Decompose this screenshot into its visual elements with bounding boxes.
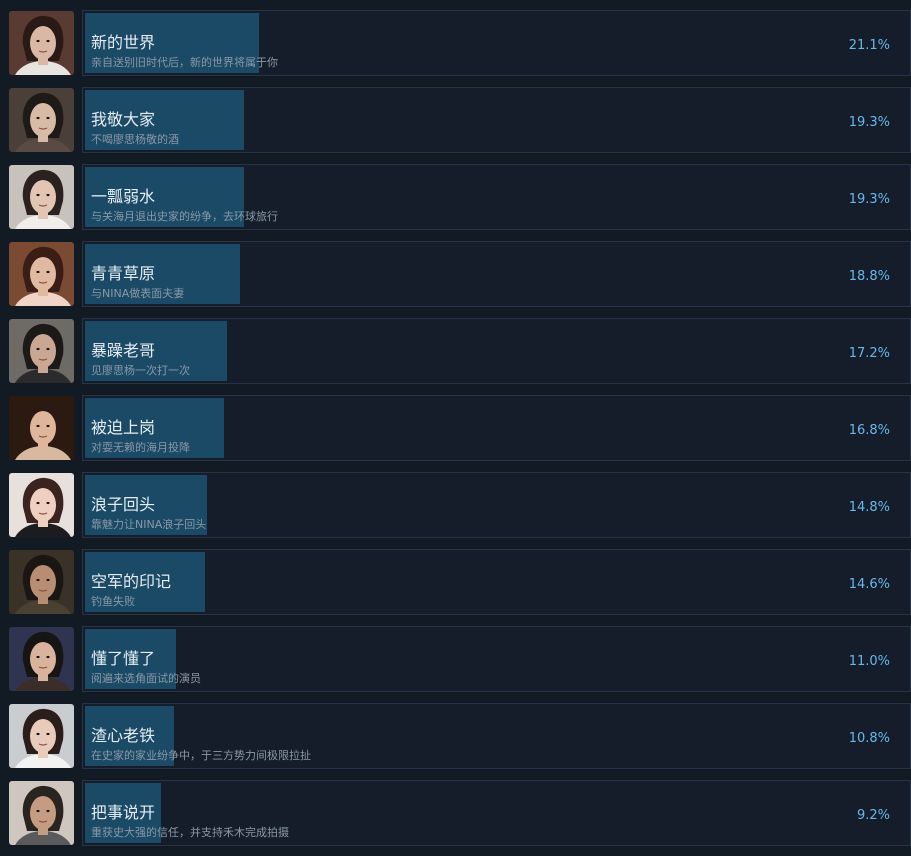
achievement-avatar bbox=[9, 781, 74, 845]
achievement-title: 被迫上岗 bbox=[91, 418, 156, 437]
achievement-avatar bbox=[9, 704, 74, 768]
unlock-percentage: 16.8% bbox=[848, 423, 890, 438]
achievement-row[interactable]: 青青草原与NINA做表面夫妻 18.8% bbox=[0, 241, 911, 307]
achievement-title: 青青草原 bbox=[91, 264, 156, 283]
achievement-title: 新的世界 bbox=[91, 33, 156, 52]
achievement-title: 一瓢弱水 bbox=[91, 187, 156, 206]
achievement-row[interactable]: 渣心老铁在史家的家业纷争中，于三方势力间极限拉扯 10.8% bbox=[0, 703, 911, 769]
achievement-panel: 被迫上岗对耍无赖的海月投降 16.8% bbox=[82, 395, 911, 461]
achievement-avatar bbox=[9, 88, 74, 152]
achievement-row[interactable]: 被迫上岗对耍无赖的海月投降 16.8% bbox=[0, 395, 911, 461]
achievement-avatar bbox=[9, 396, 74, 460]
achievement-title: 懂了懂了 bbox=[91, 649, 156, 668]
achievement-row[interactable]: 把事说开重获史大强的信任，并支持禾木完成拍摄 9.2% bbox=[0, 780, 911, 846]
unlock-percentage: 19.3% bbox=[848, 192, 890, 207]
achievement-row[interactable]: 懂了懂了阅遍来选角面试的演员 11.0% bbox=[0, 626, 911, 692]
achievement-description: 见廖思杨一次打一次 bbox=[91, 364, 190, 377]
achievement-avatar bbox=[9, 11, 74, 75]
unlock-percentage: 14.8% bbox=[848, 500, 890, 515]
achievement-avatar bbox=[9, 319, 74, 383]
achievement-panel: 一瓢弱水与关海月退出史家的纷争，去环球旅行 19.3% bbox=[82, 164, 911, 230]
unlock-percentage: 14.6% bbox=[848, 577, 890, 592]
achievement-title: 我敬大家 bbox=[91, 110, 156, 129]
achievement-avatar bbox=[9, 242, 74, 306]
achievement-description: 与关海月退出史家的纷争，去环球旅行 bbox=[91, 210, 278, 223]
achievement-row[interactable]: 我敬大家不喝廖思杨敬的酒 19.3% bbox=[0, 87, 911, 153]
achievement-description: 阅遍来选角面试的演员 bbox=[91, 672, 201, 685]
unlock-percentage: 9.2% bbox=[856, 808, 890, 823]
achievement-description: 亲自送别旧时代后，新的世界将属于你 bbox=[91, 56, 278, 69]
achievement-description: 不喝廖思杨敬的酒 bbox=[91, 133, 179, 146]
achievement-panel: 懂了懂了阅遍来选角面试的演员 11.0% bbox=[82, 626, 911, 692]
achievement-panel: 暴躁老哥见廖思杨一次打一次 17.2% bbox=[82, 318, 911, 384]
unlock-percentage: 19.3% bbox=[848, 115, 890, 130]
achievement-panel: 我敬大家不喝廖思杨敬的酒 19.3% bbox=[82, 87, 911, 153]
achievement-avatar bbox=[9, 550, 74, 614]
achievement-list: 新的世界亲自送别旧时代后，新的世界将属于你 21.1% 我敬大家不喝廖思杨敬的酒 19… bbox=[0, 0, 911, 856]
achievement-panel: 空军的印记钓鱼失败 14.6% bbox=[82, 549, 911, 615]
achievement-avatar bbox=[9, 627, 74, 691]
achievement-title: 浪子回头 bbox=[91, 495, 156, 514]
achievement-panel: 把事说开重获史大强的信任，并支持禾木完成拍摄 9.2% bbox=[82, 780, 911, 846]
achievement-row[interactable]: 暴躁老哥见廖思杨一次打一次 17.2% bbox=[0, 318, 911, 384]
achievement-panel: 新的世界亲自送别旧时代后，新的世界将属于你 21.1% bbox=[82, 10, 911, 76]
achievement-title: 渣心老铁 bbox=[91, 726, 156, 745]
achievement-avatar bbox=[9, 165, 74, 229]
achievement-description: 重获史大强的信任，并支持禾木完成拍摄 bbox=[91, 826, 289, 839]
achievement-title: 暴躁老哥 bbox=[91, 341, 156, 360]
achievement-title: 把事说开 bbox=[91, 803, 156, 822]
achievement-title: 空军的印记 bbox=[91, 572, 172, 591]
achievement-panel: 渣心老铁在史家的家业纷争中，于三方势力间极限拉扯 10.8% bbox=[82, 703, 911, 769]
achievement-row[interactable]: 浪子回头靠魅力让NINA浪子回头 14.8% bbox=[0, 472, 911, 538]
achievement-row[interactable]: 一瓢弱水与关海月退出史家的纷争，去环球旅行 19.3% bbox=[0, 164, 911, 230]
achievement-description: 在史家的家业纷争中，于三方势力间极限拉扯 bbox=[91, 749, 311, 762]
achievement-description: 对耍无赖的海月投降 bbox=[91, 441, 190, 454]
unlock-percentage: 17.2% bbox=[848, 346, 890, 361]
achievement-panel: 浪子回头靠魅力让NINA浪子回头 14.8% bbox=[82, 472, 911, 538]
unlock-percentage: 18.8% bbox=[848, 269, 890, 284]
achievement-description: 钓鱼失败 bbox=[91, 595, 135, 608]
achievement-row[interactable]: 新的世界亲自送别旧时代后，新的世界将属于你 21.1% bbox=[0, 10, 911, 76]
achievement-row[interactable]: 空军的印记钓鱼失败 14.6% bbox=[0, 549, 911, 615]
unlock-percentage: 11.0% bbox=[848, 654, 890, 669]
unlock-percentage: 10.8% bbox=[848, 731, 890, 746]
achievement-avatar bbox=[9, 473, 74, 537]
achievement-description: 与NINA做表面夫妻 bbox=[91, 287, 185, 300]
achievement-description: 靠魅力让NINA浪子回头 bbox=[91, 518, 207, 531]
achievement-panel: 青青草原与NINA做表面夫妻 18.8% bbox=[82, 241, 911, 307]
unlock-percentage: 21.1% bbox=[848, 38, 890, 53]
